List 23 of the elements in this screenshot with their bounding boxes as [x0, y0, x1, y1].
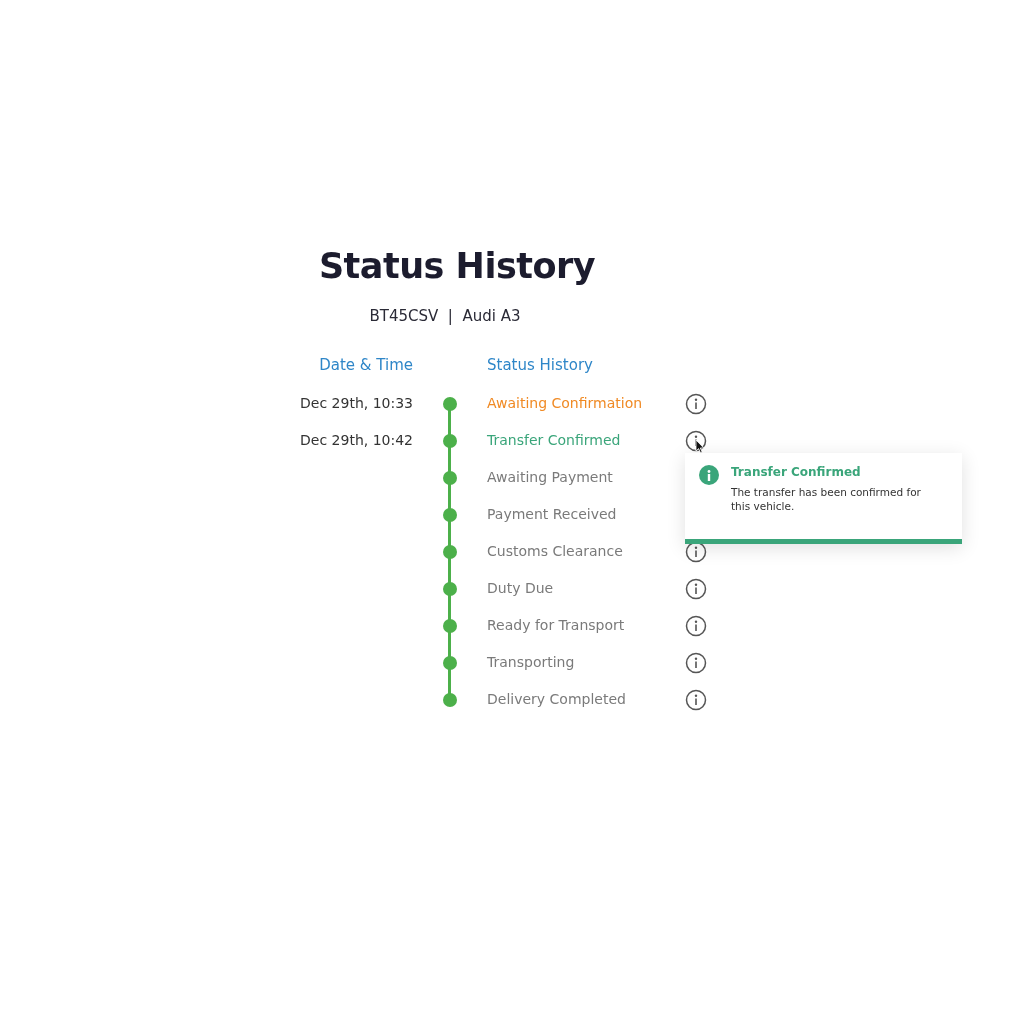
vehicle-label: BT45CSV | Audi A3	[368, 307, 522, 325]
info-icon[interactable]	[685, 688, 707, 711]
status-label: Customs Clearance	[487, 542, 624, 561]
info-icon[interactable]	[685, 577, 707, 600]
date-time: Dec 29th, 10:33	[299, 394, 413, 413]
tooltip-title: Transfer Confirmed	[731, 465, 862, 479]
info-icon[interactable]	[685, 392, 707, 415]
page-title: Status History	[317, 246, 597, 286]
status-label: Duty Due	[487, 579, 555, 598]
status-label: Awaiting Confirmation	[487, 394, 644, 413]
status-label: Transporting	[487, 653, 576, 672]
info-icon[interactable]	[685, 651, 707, 674]
info-badge-icon	[699, 465, 719, 485]
status-label: Transfer Confirmed	[487, 431, 622, 450]
tooltip-text: The transfer has been confirmed for this vehicle.	[731, 485, 921, 514]
status-label: Payment Received	[487, 505, 618, 524]
column-header: Status History	[487, 355, 594, 376]
status-label: Ready for Transport	[487, 616, 626, 635]
column-header: Date & Time	[318, 355, 413, 376]
info-icon[interactable]	[685, 614, 707, 637]
date-time: Dec 29th, 10:42	[299, 431, 413, 450]
status-label: Awaiting Payment	[487, 468, 614, 487]
status-label: Delivery Completed	[487, 690, 627, 709]
